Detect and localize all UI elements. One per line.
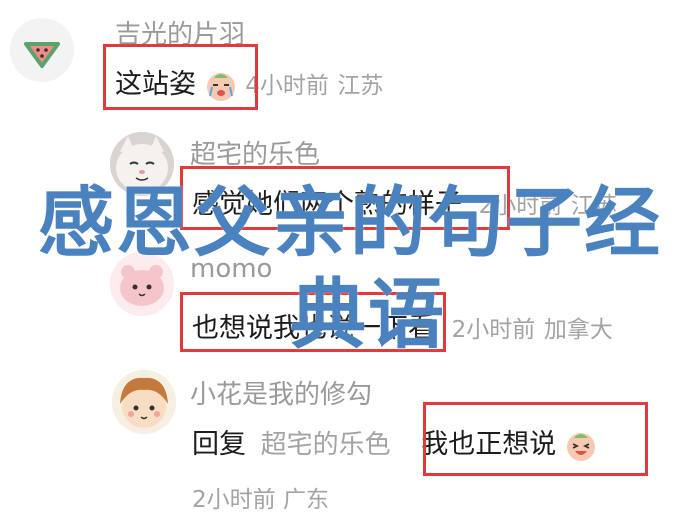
avatar[interactable]: [112, 370, 176, 434]
reply-prefix: 回复: [192, 429, 246, 460]
overlay-title-line1: 感恩父亲的句子经: [38, 178, 662, 267]
username[interactable]: 小花是我的修勾: [190, 374, 372, 411]
comment-meta: 2小时前 广东: [192, 480, 329, 514]
comment-location: 广东: [282, 487, 329, 513]
comment-location: 江苏: [337, 73, 384, 99]
overlay-title-line2: 典语: [290, 270, 446, 359]
watermelon-icon: [10, 18, 74, 82]
highlight-box: [103, 44, 258, 110]
comment-time: 2小时前: [192, 487, 276, 513]
highlight-box: [423, 402, 648, 476]
reply-to-username[interactable]: 超宅的乐色: [261, 430, 391, 460]
girl-face-icon: [112, 370, 176, 434]
avatar[interactable]: [10, 18, 74, 82]
